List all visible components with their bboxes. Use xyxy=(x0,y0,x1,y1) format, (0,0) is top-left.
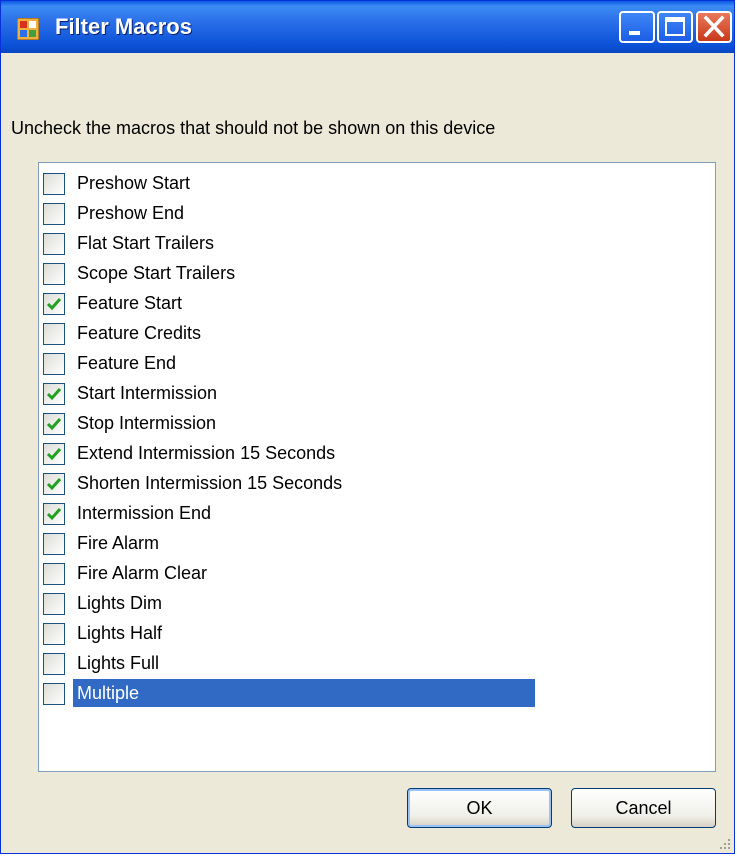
macro-label: Flat Start Trailers xyxy=(77,233,215,253)
macro-label: Lights Full xyxy=(77,653,160,673)
macro-label: Extend Intermission 15 Seconds xyxy=(77,443,336,463)
macro-list-item[interactable]: Flat Start Trailers xyxy=(43,228,543,258)
macro-list-item[interactable]: Start Intermission xyxy=(43,378,543,408)
checkmark-icon xyxy=(46,508,62,521)
maximize-icon xyxy=(665,17,685,36)
macro-list-item[interactable]: Preshow End xyxy=(43,198,543,228)
macro-label: Scope Start Trailers xyxy=(77,263,236,283)
cancel-button[interactable]: Cancel xyxy=(571,788,716,828)
macro-label: Lights Half xyxy=(77,623,163,643)
checkmark-icon xyxy=(46,388,62,401)
macro-list-item[interactable]: Scope Start Trailers xyxy=(43,258,543,288)
macro-list-item[interactable]: Feature End xyxy=(43,348,543,378)
instruction-text: Uncheck the macros that should not be sh… xyxy=(11,118,496,138)
macro-list-item[interactable]: Stop Intermission xyxy=(43,408,543,438)
macro-list-item[interactable]: Fire Alarm Clear xyxy=(43,558,543,588)
macro-label: Feature End xyxy=(77,353,177,373)
macro-checkbox[interactable] xyxy=(43,503,65,525)
macro-checkbox[interactable] xyxy=(43,353,65,375)
macro-label: Shorten Intermission 15 Seconds xyxy=(77,473,343,493)
macro-label: Preshow Start xyxy=(77,173,191,193)
macro-label: Lights Dim xyxy=(77,593,163,613)
filter-macros-dialog: Filter Macros Uncheck the macros that sh… xyxy=(0,0,735,854)
macro-checkbox[interactable] xyxy=(43,233,65,255)
macro-list-item[interactable]: Lights Half xyxy=(43,618,543,648)
checkmark-icon xyxy=(46,418,62,431)
macro-checkbox[interactable] xyxy=(43,293,65,315)
macro-checkbox[interactable] xyxy=(43,623,65,645)
macro-label: Feature Start xyxy=(77,293,183,313)
macro-label: Multiple xyxy=(73,679,535,707)
macro-list-item[interactable]: Lights Full xyxy=(43,648,543,678)
checkmark-icon xyxy=(46,448,62,461)
macro-list-item[interactable]: Multiple xyxy=(43,678,543,708)
macro-label: Feature Credits xyxy=(77,323,202,343)
resize-grip-icon[interactable] xyxy=(718,837,732,851)
macro-label: Preshow End xyxy=(77,203,185,223)
macro-checkbox[interactable] xyxy=(43,593,65,615)
checkmark-icon xyxy=(46,478,62,491)
macro-checkbox[interactable] xyxy=(43,173,65,195)
macro-label: Fire Alarm Clear xyxy=(77,563,208,583)
macro-checkbox[interactable] xyxy=(43,563,65,585)
macro-checkbox[interactable] xyxy=(43,533,65,555)
macro-checkbox[interactable] xyxy=(43,263,65,285)
maximize-button[interactable] xyxy=(657,11,693,43)
macro-list-item[interactable]: Intermission End xyxy=(43,498,543,528)
macro-checkbox[interactable] xyxy=(43,413,65,435)
macro-checkbox[interactable] xyxy=(43,323,65,345)
macro-checkbox[interactable] xyxy=(43,653,65,675)
minimize-button[interactable] xyxy=(619,11,655,43)
macro-list-item[interactable]: Lights Dim xyxy=(43,588,543,618)
macro-label: Start Intermission xyxy=(77,383,218,403)
macro-checkbox[interactable] xyxy=(43,383,65,405)
macro-checkbox[interactable] xyxy=(43,203,65,225)
macro-list-item[interactable]: Fire Alarm xyxy=(43,528,543,558)
macro-checkbox[interactable] xyxy=(43,473,65,495)
window-title: Filter Macros xyxy=(55,14,192,39)
macro-label: Intermission End xyxy=(77,503,212,523)
macro-label: Fire Alarm xyxy=(77,533,160,553)
checkmark-icon xyxy=(46,298,62,311)
macro-list-item[interactable]: Shorten Intermission 15 Seconds xyxy=(43,468,543,498)
macro-list-item[interactable]: Feature Credits xyxy=(43,318,543,348)
macro-list-item[interactable]: Feature Start xyxy=(43,288,543,318)
macro-label: Stop Intermission xyxy=(77,413,217,433)
macro-checkbox[interactable] xyxy=(43,683,65,705)
macro-checkbox[interactable] xyxy=(43,443,65,465)
app-window-icon xyxy=(16,17,40,41)
close-button[interactable] xyxy=(696,11,732,43)
macro-checklist[interactable]: Preshow Start Preshow End Flat Start Trail… xyxy=(38,162,716,772)
minimize-icon xyxy=(629,31,640,35)
macro-list-item[interactable]: Preshow Start xyxy=(43,168,543,198)
title-bar[interactable]: Filter Macros xyxy=(1,1,734,53)
macro-list-item[interactable]: Extend Intermission 15 Seconds xyxy=(43,438,543,468)
close-icon xyxy=(703,15,725,38)
ok-button[interactable]: OK xyxy=(407,788,552,828)
